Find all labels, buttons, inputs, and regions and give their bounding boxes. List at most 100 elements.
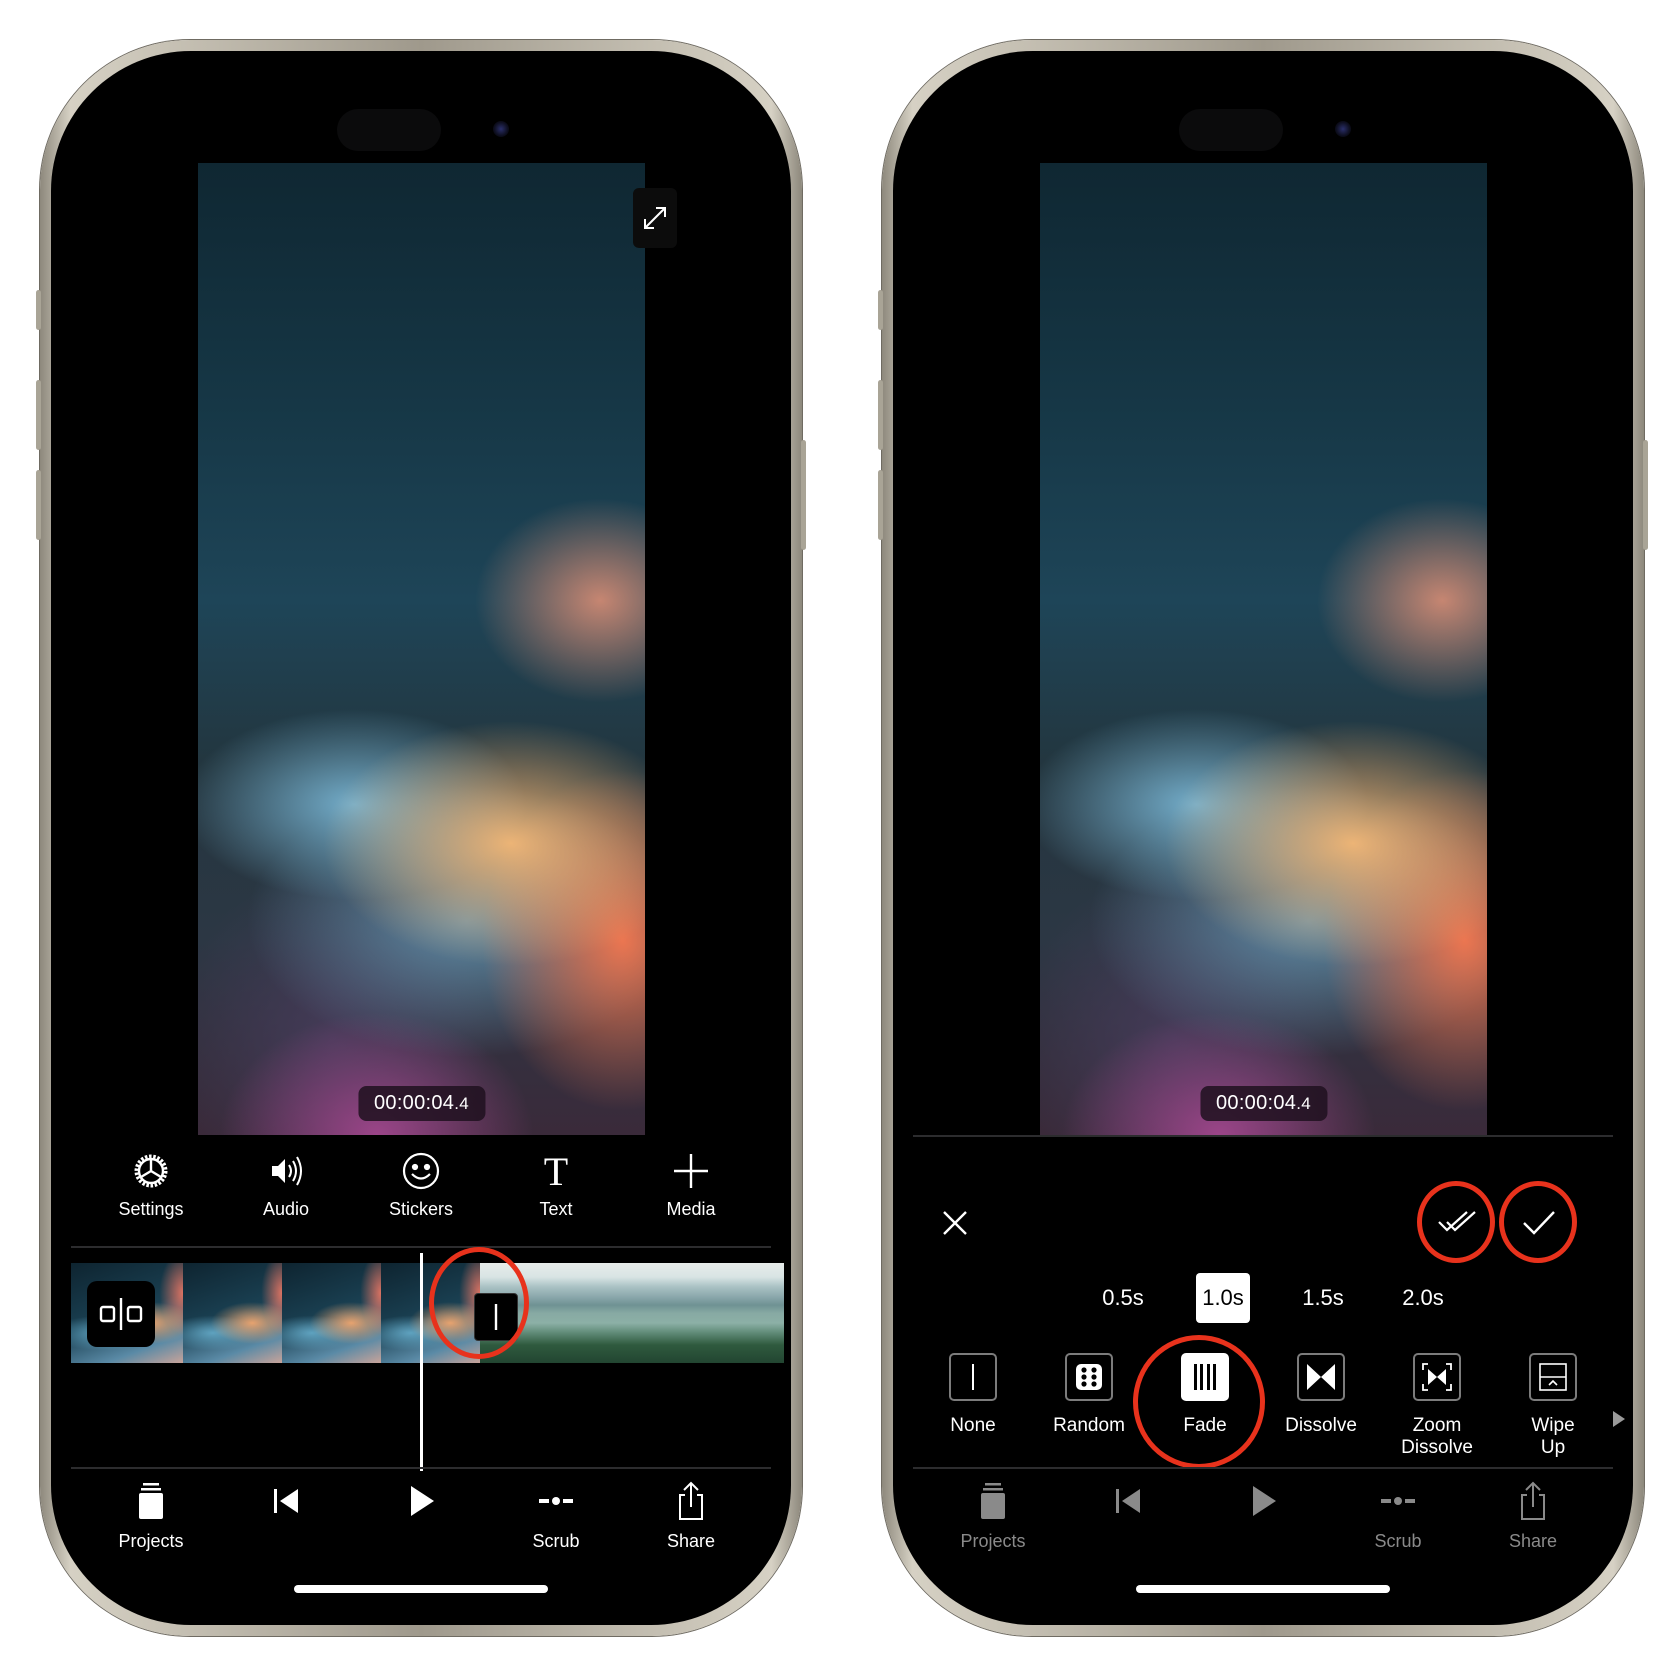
phone-frame-right: 00:00:04.4 0.5s 1.0s 1.5s 2.0s None Rand… bbox=[878, 40, 1648, 1636]
timeline-track[interactable] bbox=[71, 1263, 784, 1363]
dynamic-island bbox=[1179, 109, 1283, 151]
projects-icon bbox=[981, 1483, 1005, 1519]
panel-divider bbox=[913, 1135, 1613, 1137]
transition-dissolve[interactable]: Dissolve bbox=[1263, 1353, 1379, 1459]
home-indicator[interactable] bbox=[1136, 1585, 1390, 1593]
play-button[interactable] bbox=[361, 1481, 481, 1581]
front-camera bbox=[493, 121, 509, 137]
timeline-thumbnail bbox=[579, 1263, 678, 1363]
media-button[interactable]: Media bbox=[631, 1151, 751, 1231]
text-button[interactable]: T Text bbox=[496, 1151, 616, 1231]
share-button[interactable]: Share bbox=[631, 1481, 751, 1581]
transition-label: None bbox=[950, 1415, 996, 1436]
action-button bbox=[878, 290, 883, 330]
duration-option-1.5s[interactable]: 1.5s bbox=[1273, 1273, 1373, 1323]
skip-back-icon bbox=[274, 1489, 298, 1513]
share-icon bbox=[1521, 1481, 1545, 1520]
screen-transition-picker: 00:00:04.4 0.5s 1.0s 1.5s 2.0s None Rand… bbox=[893, 51, 1633, 1625]
projects-button: Projects bbox=[933, 1481, 1053, 1581]
projects-icon bbox=[139, 1483, 163, 1519]
audio-button[interactable]: Audio bbox=[226, 1151, 346, 1231]
scrub-icon bbox=[1381, 1497, 1415, 1505]
scrub-button[interactable]: Scrub bbox=[496, 1481, 616, 1581]
speaker-icon bbox=[272, 1156, 302, 1186]
share-icon bbox=[679, 1481, 703, 1520]
play-icon bbox=[1253, 1486, 1276, 1516]
transition-label: Zoom Dissolve bbox=[1401, 1415, 1473, 1458]
dice-icon bbox=[1076, 1364, 1102, 1390]
duration-option-1.0s[interactable]: 1.0s bbox=[1173, 1273, 1273, 1323]
volume-up-button bbox=[36, 380, 41, 450]
settings-gear-icon bbox=[134, 1154, 168, 1188]
timeline-thumbnail bbox=[678, 1263, 784, 1363]
duration-selector: 0.5s 1.0s 1.5s 2.0s bbox=[1073, 1273, 1473, 1323]
dynamic-island bbox=[337, 109, 441, 151]
projects-button[interactable]: Projects bbox=[91, 1481, 211, 1581]
audio-label: Audio bbox=[262, 1199, 310, 1219]
side-button bbox=[801, 440, 806, 550]
media-label: Media bbox=[666, 1199, 716, 1219]
timecode-label: 00:00:04.4 bbox=[1199, 1086, 1328, 1121]
transition-label: Wipe Up bbox=[1531, 1415, 1575, 1458]
settings-button[interactable]: Settings bbox=[91, 1151, 211, 1231]
skip-back-button[interactable] bbox=[226, 1481, 346, 1581]
screen-editor: 00:00:04.4 Settings Audio Stickers T Tex… bbox=[51, 51, 791, 1625]
zoom-bowtie-icon bbox=[1422, 1363, 1452, 1391]
video-preview[interactable]: 00:00:04.4 bbox=[198, 163, 645, 1135]
transition-label: Dissolve bbox=[1285, 1415, 1357, 1436]
text-label: Text bbox=[539, 1199, 573, 1219]
volume-up-button bbox=[878, 380, 883, 450]
svg-text:T: T bbox=[544, 1151, 568, 1191]
action-button bbox=[36, 290, 41, 330]
phone-frame-left: 00:00:04.4 Settings Audio Stickers T Tex… bbox=[36, 40, 806, 1636]
clip-split-icon bbox=[99, 1298, 143, 1330]
skip-back-button bbox=[1068, 1481, 1188, 1581]
timeline-thumbnail bbox=[282, 1263, 382, 1363]
smiley-icon bbox=[402, 1152, 440, 1190]
share-button: Share bbox=[1473, 1481, 1593, 1581]
bottom-toolbar-disabled: Projects Scrub Share bbox=[933, 1481, 1593, 1581]
playhead[interactable] bbox=[420, 1253, 423, 1471]
stickers-label: Stickers bbox=[388, 1199, 453, 1219]
bowtie-icon bbox=[1307, 1364, 1335, 1390]
bottombar-divider bbox=[71, 1467, 771, 1469]
scrub-label: Scrub bbox=[532, 1531, 580, 1551]
expand-button[interactable] bbox=[633, 188, 677, 248]
expand-icon bbox=[644, 207, 666, 229]
play-button bbox=[1203, 1481, 1323, 1581]
duration-option-0.5s[interactable]: 0.5s bbox=[1073, 1273, 1173, 1323]
volume-down-button bbox=[878, 470, 883, 540]
transition-zoom-dissolve[interactable]: Zoom Dissolve bbox=[1379, 1353, 1495, 1459]
share-label: Share bbox=[1508, 1531, 1558, 1551]
none-transition-icon bbox=[972, 1364, 974, 1390]
timeline-thumbnail bbox=[183, 1263, 283, 1363]
bottombar-divider bbox=[913, 1467, 1613, 1469]
projects-label: Projects bbox=[118, 1531, 184, 1551]
highlight-ring-apply bbox=[1499, 1181, 1577, 1263]
stickers-button[interactable]: Stickers bbox=[361, 1151, 481, 1231]
settings-label: Settings bbox=[118, 1199, 184, 1219]
toolbar-divider bbox=[71, 1246, 771, 1248]
scrub-label: Scrub bbox=[1374, 1531, 1422, 1551]
duration-option-2.0s[interactable]: 2.0s bbox=[1373, 1273, 1473, 1323]
scrub-icon bbox=[539, 1497, 573, 1505]
bottom-toolbar: Projects Scrub Share bbox=[91, 1481, 751, 1581]
timecode-label: 00:00:04.4 bbox=[357, 1086, 486, 1121]
highlight-ring-fade bbox=[1133, 1335, 1265, 1469]
text-t-icon: T bbox=[544, 1151, 568, 1191]
home-indicator[interactable] bbox=[294, 1585, 548, 1593]
close-button[interactable] bbox=[933, 1201, 977, 1245]
clip-edit-button[interactable] bbox=[87, 1281, 155, 1347]
transition-none[interactable]: None bbox=[915, 1353, 1031, 1459]
plus-icon bbox=[674, 1154, 708, 1188]
close-icon bbox=[943, 1211, 967, 1235]
transition-wipe-up[interactable]: Wipe Up bbox=[1495, 1353, 1611, 1459]
side-button bbox=[1643, 440, 1648, 550]
play-icon bbox=[411, 1486, 434, 1516]
wipe-up-icon bbox=[1539, 1363, 1567, 1391]
transition-random[interactable]: Random bbox=[1031, 1353, 1147, 1459]
scroll-more-arrow-icon[interactable] bbox=[1613, 1411, 1625, 1427]
highlight-ring-apply-all bbox=[1417, 1181, 1495, 1263]
video-preview[interactable]: 00:00:04.4 bbox=[1040, 163, 1487, 1135]
skip-back-icon bbox=[1116, 1489, 1140, 1513]
